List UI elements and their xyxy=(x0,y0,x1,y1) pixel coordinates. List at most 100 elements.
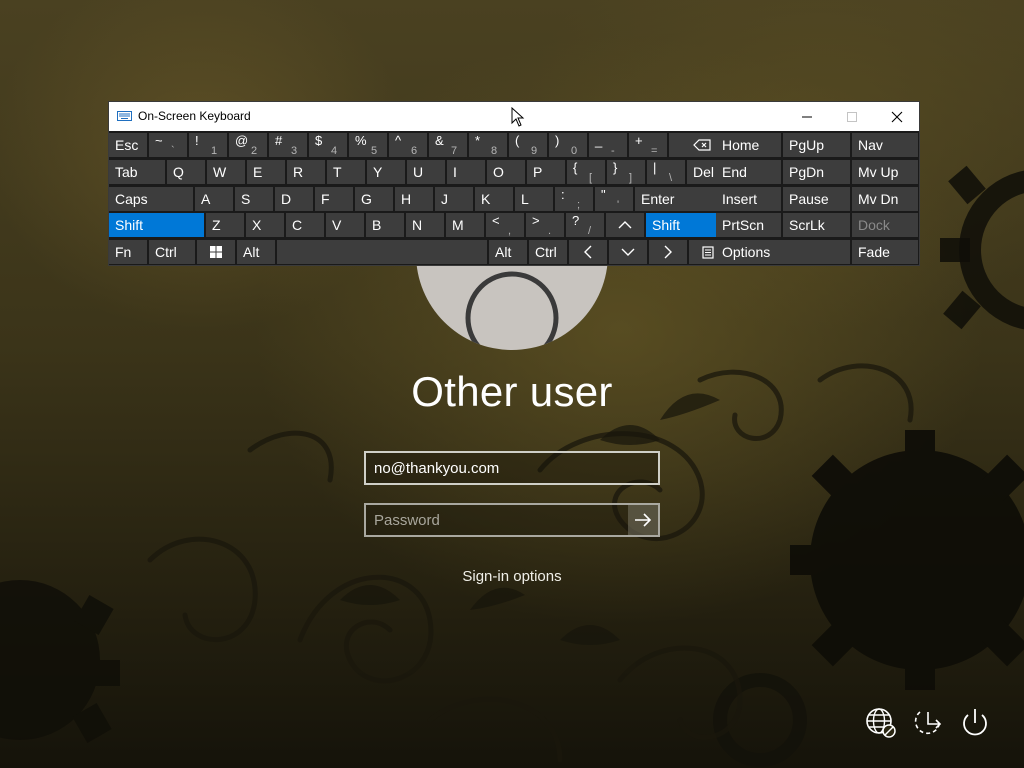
key-enter[interactable]: Enter xyxy=(635,187,725,211)
key-0[interactable]: ) 0 xyxy=(549,133,587,157)
key-t[interactable]: T xyxy=(327,160,365,184)
key-nav[interactable]: Nav xyxy=(852,133,918,157)
key-shift-left[interactable]: Shift xyxy=(109,213,204,237)
key-l[interactable]: L xyxy=(515,187,553,211)
key-g[interactable]: G xyxy=(355,187,393,211)
key-label: Mv Up xyxy=(858,164,899,180)
network-icon[interactable] xyxy=(864,706,898,740)
password-field[interactable] xyxy=(366,505,628,535)
key-label: Alt xyxy=(495,244,512,260)
key-b[interactable]: B xyxy=(366,213,404,237)
close-button[interactable] xyxy=(874,102,920,131)
key-f[interactable]: F xyxy=(315,187,353,211)
key-label: V xyxy=(332,217,342,233)
key-right[interactable] xyxy=(649,240,687,264)
key-1[interactable]: ! 1 xyxy=(189,133,227,157)
key-tilde[interactable]: ~ ` xyxy=(149,133,187,157)
key-pgdn[interactable]: PgDn xyxy=(783,160,850,184)
key-8[interactable]: * 8 xyxy=(469,133,507,157)
power-icon[interactable] xyxy=(958,706,992,740)
key-rbracket[interactable]: }] xyxy=(607,160,645,184)
key-i[interactable]: I xyxy=(447,160,485,184)
key-comma[interactable]: <, xyxy=(486,213,524,237)
key-h[interactable]: H xyxy=(395,187,433,211)
key-9[interactable]: (9 xyxy=(509,133,547,157)
key-e[interactable]: E xyxy=(247,160,285,184)
key-k[interactable]: K xyxy=(475,187,513,211)
key-j[interactable]: J xyxy=(435,187,473,211)
key-p[interactable]: P xyxy=(527,160,565,184)
key-label: G xyxy=(361,191,372,207)
key-x[interactable]: X xyxy=(246,213,284,237)
key-base-symbol: 0 xyxy=(571,145,578,157)
key-c[interactable]: C xyxy=(286,213,324,237)
key-z[interactable]: Z xyxy=(206,213,244,237)
key-dock[interactable]: Dock xyxy=(852,213,918,237)
key-pipe[interactable]: | \ xyxy=(647,160,685,184)
key-mvup[interactable]: Mv Up xyxy=(852,160,918,184)
key-period[interactable]: >. xyxy=(526,213,564,237)
signin-options-link[interactable]: Sign-in options xyxy=(412,568,612,585)
key-2[interactable]: @2 xyxy=(229,133,267,157)
key-fn[interactable]: Fn xyxy=(109,240,147,264)
key-quote[interactable]: " ' xyxy=(595,187,633,211)
key-down[interactable] xyxy=(609,240,647,264)
key-esc[interactable]: Esc xyxy=(109,133,147,157)
key-7[interactable]: & 7 xyxy=(429,133,467,157)
key-win[interactable] xyxy=(197,240,235,264)
key-fade[interactable]: Fade xyxy=(852,240,918,264)
key-5[interactable]: % 5 xyxy=(349,133,387,157)
key-shift-symbol: | xyxy=(653,160,657,175)
key-space[interactable] xyxy=(277,240,487,264)
key-up[interactable] xyxy=(606,213,644,237)
key-equals[interactable]: + = xyxy=(629,133,667,157)
key-a[interactable]: A xyxy=(195,187,233,211)
key-v[interactable]: V xyxy=(326,213,364,237)
key-o[interactable]: O xyxy=(487,160,525,184)
key-3[interactable]: #3 xyxy=(269,133,307,157)
key-pgup[interactable]: PgUp xyxy=(783,133,850,157)
key-mvdn[interactable]: Mv Dn xyxy=(852,187,918,211)
key-options[interactable]: Options xyxy=(716,240,850,264)
key-left[interactable] xyxy=(569,240,607,264)
key-prtscn[interactable]: PrtScn xyxy=(716,213,781,237)
key-label: Mv Dn xyxy=(858,191,899,207)
key-end[interactable]: End xyxy=(716,160,781,184)
key-alt-right[interactable]: Alt xyxy=(489,240,527,264)
key-tab[interactable]: Tab xyxy=(109,160,165,184)
key-d[interactable]: D xyxy=(275,187,313,211)
email-field[interactable] xyxy=(364,451,660,485)
key-slash[interactable]: ? / xyxy=(566,213,604,237)
maximize-button[interactable] xyxy=(829,102,875,131)
key-ctrl-right[interactable]: Ctrl xyxy=(529,240,567,264)
key-insert[interactable]: Insert xyxy=(716,187,781,211)
key-w[interactable]: W xyxy=(207,160,245,184)
key-u[interactable]: U xyxy=(407,160,445,184)
key-label: S xyxy=(241,191,251,207)
key-shift-symbol: " xyxy=(601,187,606,202)
key-home[interactable]: Home xyxy=(716,133,781,157)
key-q[interactable]: Q xyxy=(167,160,205,184)
key-r[interactable]: R xyxy=(287,160,325,184)
key-semicolon[interactable]: :; xyxy=(555,187,593,211)
key-lbracket[interactable]: {[ xyxy=(567,160,605,184)
key-label: Nav xyxy=(858,137,883,153)
key-ctrl-left[interactable]: Ctrl xyxy=(149,240,195,264)
key-label: Enter xyxy=(641,191,675,207)
minimize-button[interactable] xyxy=(784,102,830,131)
key-shift-symbol: @ xyxy=(235,133,249,148)
key-y[interactable]: Y xyxy=(367,160,405,184)
key-base-symbol: ' xyxy=(617,199,620,211)
key-pause[interactable]: Pause xyxy=(783,187,850,211)
key-m[interactable]: M xyxy=(446,213,484,237)
key-4[interactable]: $4 xyxy=(309,133,347,157)
key-6[interactable]: ^ 6 xyxy=(389,133,427,157)
key-caps[interactable]: Caps xyxy=(109,187,193,211)
submit-arrow-button[interactable] xyxy=(628,505,658,535)
ease-of-access-icon[interactable] xyxy=(911,706,945,740)
key-s[interactable]: S xyxy=(235,187,273,211)
key-scrlk[interactable]: ScrLk xyxy=(783,213,850,237)
key-alt-left[interactable]: Alt xyxy=(237,240,275,264)
key-minus[interactable]: _ - xyxy=(589,133,627,157)
key-n[interactable]: N xyxy=(406,213,444,237)
